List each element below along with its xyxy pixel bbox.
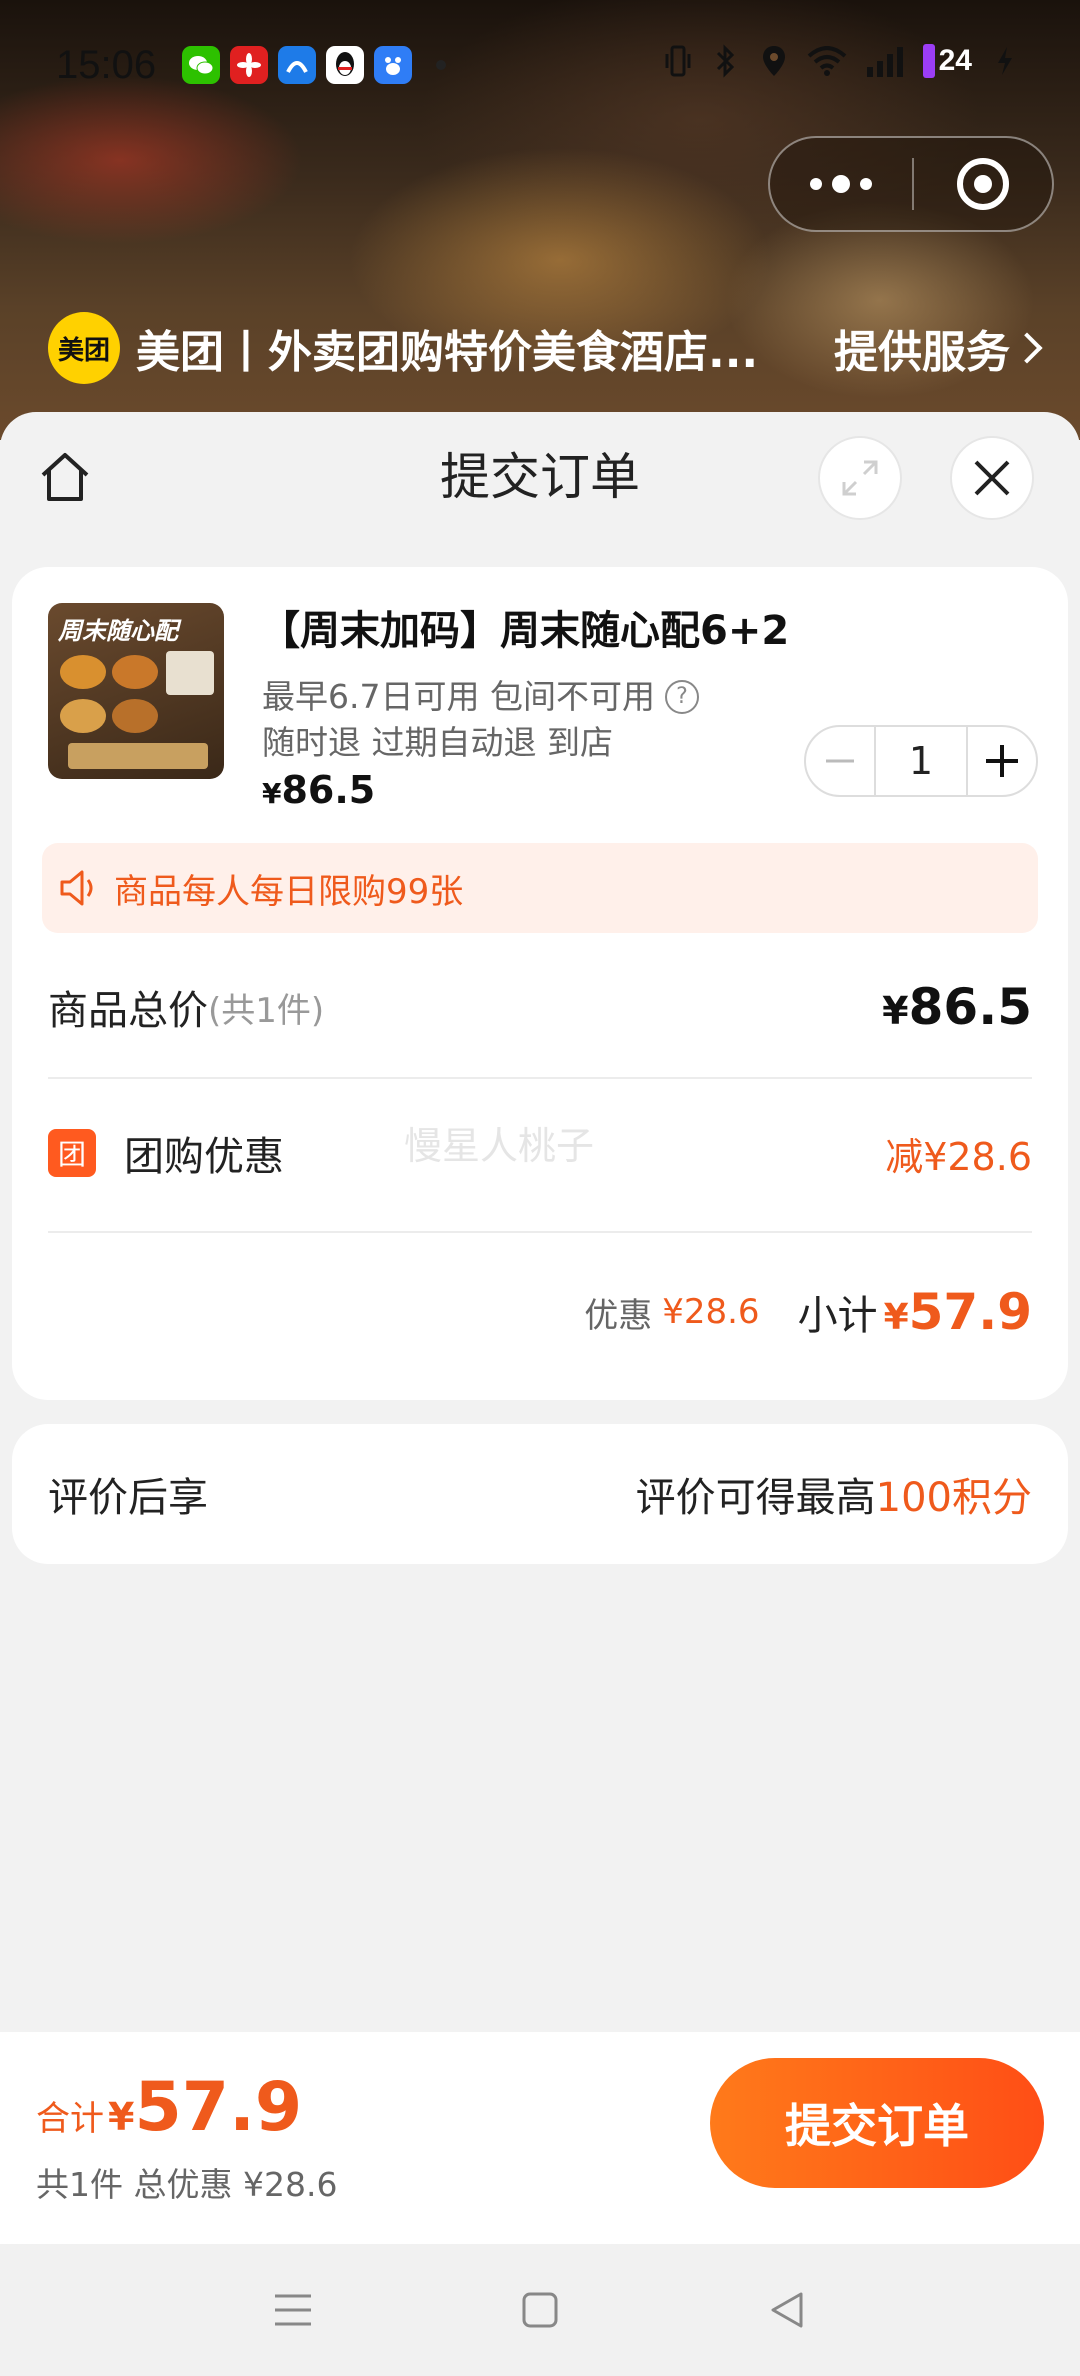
huawei-icon [230,46,269,84]
increase-button[interactable] [968,727,1036,795]
checkout-bar: 合计 ¥ 57.9 共1件 总优惠 ¥28.6 提交订单 [0,2032,1080,2244]
location-icon [759,44,789,78]
expand-icon [842,460,878,496]
charging-icon [990,44,1020,78]
miniprogram-capsule [768,136,1054,232]
page-title: 提交订单 [440,448,640,506]
review-reward-card[interactable]: 评价后享 评价可得最高100积分 [12,1424,1068,1564]
currency-symbol: ¥ [108,2095,135,2139]
close-icon [974,460,1010,496]
expand-button[interactable] [818,436,902,520]
grand-total: 合计 ¥ 57.9 [36,2068,302,2147]
chevron-right-icon [1011,332,1043,364]
group-buy-badge: 团 [48,1129,96,1177]
review-label: 评价后享 [48,1475,208,1521]
product-refund-info: 随时退 过期自动退 到店 [262,723,613,762]
back-button[interactable] [757,2280,817,2340]
app-title: 美团丨外卖团购特价美食酒店... [136,327,759,378]
decrease-button[interactable] [806,727,874,795]
items-total-label: 商品总价 [48,988,208,1034]
product-image[interactable]: 周末随心配 [48,603,224,779]
recent-apps-button[interactable] [263,2280,323,2340]
subtotal-row: 优惠 ¥28.6 小计 ¥57.9 [48,1257,1032,1367]
vibrate-icon [663,44,693,78]
home-nav-button[interactable] [510,2280,570,2340]
items-total-value: ¥86.5 [882,978,1032,1036]
divider [48,1231,1032,1233]
plus-icon [986,745,1018,777]
service-link[interactable]: 提供服务 [834,316,1043,380]
wifi-icon [807,44,847,78]
subtotal-value: ¥57.9 [883,1283,1032,1341]
qq-icon [326,46,365,84]
review-reward-row: 评价后享 评价可得最高100积分 [48,1444,1032,1544]
product-name: 【周末加码】周末随心配6+2 [260,608,790,654]
quantity-value[interactable]: 1 [874,727,968,795]
square-icon [522,2292,558,2328]
bluetooth-icon [711,44,741,78]
items-total-row: 商品总价 (共1件) ¥86.5 [48,957,1032,1057]
signal-icon [865,44,905,78]
purchase-limit-notice: 商品每人每日限购99张 [42,843,1038,933]
more-dot-icon [860,178,872,190]
close-button[interactable] [950,436,1034,520]
more-menu-button[interactable] [770,138,912,230]
product-usage-info: 最早6.7日可用 包间不可用 ? [262,675,699,719]
order-sheet: 提交订单 周末随心配 【周末加码】周末随心配6+2 最早6.7日可用 包间不可用… [0,412,1080,2032]
exit-miniprogram-button[interactable] [914,158,1052,210]
group-discount-row[interactable]: 团 团购优惠 减¥28.6 [48,1103,1032,1203]
help-icon[interactable]: ? [664,680,699,714]
group-discount-label: 团购优惠 [124,1134,284,1180]
battery-indicator: 24 [922,44,972,78]
group-discount-value: 减¥28.6 [885,1134,1032,1179]
divider [48,1077,1032,1079]
minus-icon [826,759,854,763]
saved-label: 优惠 [584,1295,653,1336]
battery-level: 24 [938,44,972,77]
items-count: (共1件) [208,990,325,1031]
submit-order-button[interactable]: 提交订单 [710,2058,1044,2188]
more-notifications-dot [436,60,447,70]
service-link-label: 提供服务 [834,327,1010,378]
product-price: ¥86.5 [262,768,376,812]
grand-total-value: 57.9 [134,2068,303,2147]
meituan-logo: 美团 [48,312,120,384]
review-reward: 评价可得最高100积分 [635,1475,1032,1521]
more-dot-icon [832,175,850,193]
grand-total-label: 合计 [36,2099,104,2139]
status-bar: 15:06 24 [0,0,1080,130]
wechat-icon [182,46,221,84]
baidu-icon [374,46,413,84]
service-provider-bar[interactable]: 美团 美团丨外卖团购特价美食酒店... 提供服务 [48,310,1043,386]
battery-icon [922,44,935,78]
subtotal-label: 小计 [797,1293,878,1339]
ai-icon [278,46,317,84]
back-triangle-icon [771,2292,803,2328]
status-time: 15:06 [56,42,157,87]
quantity-stepper: 1 [804,725,1038,797]
target-icon [957,158,1009,210]
grand-total-summary: 共1件 总优惠 ¥28.6 [36,2165,338,2204]
order-card: 周末随心配 【周末加码】周末随心配6+2 最早6.7日可用 包间不可用 ? 随时… [12,567,1068,1400]
menu-icon [275,2294,312,2326]
speaker-icon [60,870,93,906]
more-dot-icon [810,178,822,190]
saved-value: ¥28.6 [662,1292,760,1332]
system-nav-bar [0,2244,1080,2376]
limit-text: 商品每人每日限购99张 [114,871,464,912]
sheet-header: 提交订单 [0,412,1080,542]
status-icons: 24 [663,44,1020,78]
product-item: 周末随心配 【周末加码】周末随心配6+2 最早6.7日可用 包间不可用 ? 随时… [48,603,1038,813]
